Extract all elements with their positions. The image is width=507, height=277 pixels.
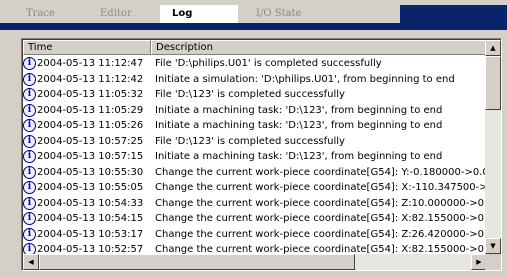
time-cell: i 2004-05-13 10:57:15: [23, 150, 151, 164]
list-header: Time Description: [23, 40, 487, 55]
time-text: 2004-05-13 10:53:17: [37, 228, 144, 240]
info-icon: i: [23, 72, 36, 86]
time-text: 2004-05-13 11:05:29: [37, 104, 144, 116]
scroll-up-icon[interactable]: ▲: [485, 40, 501, 56]
time-text: 2004-05-13 11:12:42: [37, 73, 144, 85]
info-icon: i: [23, 181, 36, 195]
table-row[interactable]: i 2004-05-13 11:05:26 Initiate a machinin…: [23, 118, 487, 134]
time-text: 2004-05-13 10:54:33: [37, 197, 144, 209]
info-icon: i: [23, 119, 36, 133]
table-row[interactable]: i 2004-05-13 11:12:42 Initiate a simulati…: [23, 72, 487, 88]
vertical-scrollbar[interactable]: ▲ ▼: [485, 40, 501, 254]
time-cell: i 2004-05-13 11:12:47: [23, 57, 151, 71]
time-cell: i 2004-05-13 11:05:29: [23, 103, 151, 117]
table-row[interactable]: i 2004-05-13 11:12:47 File 'D:\philips.U0…: [23, 56, 487, 72]
description-cell: File 'D:\123' is completed successfully: [155, 135, 345, 147]
log-rows: i 2004-05-13 11:12:47 File 'D:\philips.U0…: [23, 56, 487, 254]
table-row[interactable]: i 2004-05-13 10:55:30 Change the current …: [23, 165, 487, 181]
description-cell: Initiate a machining task: 'D:\123', fro…: [155, 120, 443, 132]
description-cell: Change the current work-piece coordinate…: [155, 228, 487, 240]
table-row[interactable]: i 2004-05-13 10:55:05 Change the current …: [23, 180, 487, 196]
tab-io-state-label: I/O State: [256, 8, 302, 19]
time-text: 2004-05-13 11:05:26: [37, 120, 144, 132]
horizontal-scrollbar[interactable]: ◀ ▶: [23, 254, 487, 270]
info-icon: i: [23, 57, 36, 71]
info-icon: i: [23, 103, 36, 117]
time-cell: i 2004-05-13 10:52:57: [23, 243, 151, 254]
info-icon: i: [23, 165, 36, 179]
tab-strip-bar: [0, 23, 507, 30]
table-row[interactable]: i 2004-05-13 10:53:17 Change the current …: [23, 227, 487, 243]
time-cell: i 2004-05-13 11:05:32: [23, 88, 151, 102]
tab-io-state[interactable]: I/O State: [238, 5, 326, 23]
table-row[interactable]: i 2004-05-13 10:54:15 Change the current …: [23, 211, 487, 227]
column-header-description[interactable]: Description: [151, 40, 487, 55]
table-row[interactable]: i 2004-05-13 11:05:29 Initiate a machinin…: [23, 103, 487, 119]
description-cell: Change the current work-piece coordinate…: [155, 166, 487, 178]
tab-editor[interactable]: Editor: [88, 5, 168, 23]
time-cell: i 2004-05-13 11:12:42: [23, 72, 151, 86]
table-row[interactable]: i 2004-05-13 10:54:33 Change the current …: [23, 196, 487, 212]
time-cell: i 2004-05-13 10:55:30: [23, 165, 151, 179]
time-cell: i 2004-05-13 10:57:25: [23, 134, 151, 148]
time-text: 2004-05-13 10:55:05: [37, 182, 144, 194]
description-cell: File 'D:\123' is completed successfully: [155, 89, 345, 101]
time-text: 2004-05-13 10:52:57: [37, 244, 144, 254]
description-cell: Change the current work-piece coordinate…: [155, 197, 487, 209]
info-icon: i: [23, 88, 36, 102]
horizontal-scroll-thumb[interactable]: [39, 254, 355, 270]
description-cell: Change the current work-piece coordinate…: [155, 244, 487, 254]
tab-strip-fill: [400, 5, 507, 23]
time-text: 2004-05-13 11:05:32: [37, 89, 144, 101]
table-row[interactable]: i 2004-05-13 10:57:15 Initiate a machinin…: [23, 149, 487, 165]
description-cell: Change the current work-piece coordinate…: [155, 182, 487, 194]
time-cell: i 2004-05-13 10:55:05: [23, 181, 151, 195]
time-text: 2004-05-13 10:57:25: [37, 135, 144, 147]
time-text: 2004-05-13 10:57:15: [37, 151, 144, 163]
tab-editor-label: Editor: [100, 8, 132, 19]
scroll-down-icon[interactable]: ▼: [485, 238, 501, 254]
info-icon: i: [23, 196, 36, 210]
time-cell: i 2004-05-13 11:05:26: [23, 119, 151, 133]
log-list[interactable]: Time Description i 2004-05-13 11:12:47 Fi…: [21, 38, 502, 271]
vertical-scroll-thumb[interactable]: [485, 56, 501, 110]
description-cell: Initiate a machining task: 'D:\123', fro…: [155, 151, 443, 163]
table-row[interactable]: i 2004-05-13 11:05:32 File 'D:\123' is co…: [23, 87, 487, 103]
scrollbar-corner: [485, 254, 501, 270]
description-cell: Change the current work-piece coordinate…: [155, 213, 487, 225]
column-header-time[interactable]: Time: [23, 40, 151, 55]
info-icon: i: [23, 134, 36, 148]
scroll-left-icon[interactable]: ◀: [23, 254, 39, 270]
time-text: 2004-05-13 11:12:47: [37, 58, 144, 70]
table-row[interactable]: i 2004-05-13 10:57:25 File 'D:\123' is co…: [23, 134, 487, 150]
info-icon: i: [23, 243, 36, 254]
description-cell: File 'D:\philips.U01' is completed succe…: [155, 58, 382, 70]
tab-strip: Trace Editor Log I/O State: [0, 0, 507, 30]
table-row[interactable]: i 2004-05-13 10:52:57 Change the current …: [23, 242, 487, 254]
info-icon: i: [23, 150, 36, 164]
tab-log[interactable]: Log: [160, 5, 238, 23]
time-text: 2004-05-13 10:55:30: [37, 166, 144, 178]
time-cell: i 2004-05-13 10:53:17: [23, 227, 151, 241]
description-cell: Initiate a simulation: 'D:\philips.U01',…: [155, 73, 455, 85]
time-text: 2004-05-13 10:54:15: [37, 213, 144, 225]
time-cell: i 2004-05-13 10:54:33: [23, 196, 151, 210]
time-cell: i 2004-05-13 10:54:15: [23, 212, 151, 226]
info-icon: i: [23, 227, 36, 241]
tab-log-label: Log: [172, 8, 193, 19]
description-cell: Initiate a machining task: 'D:\123', fro…: [155, 104, 443, 116]
info-icon: i: [23, 212, 36, 226]
